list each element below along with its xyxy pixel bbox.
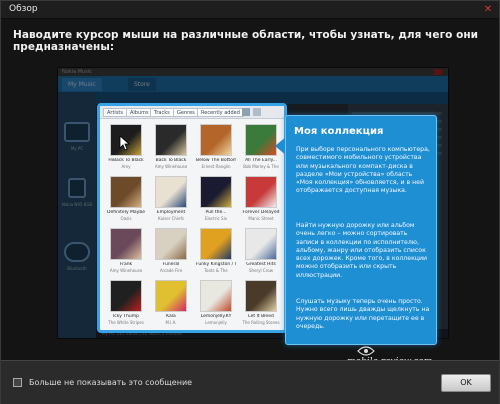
album-name: Greatest Hits [246, 262, 276, 267]
dialog-footer: Больше не показывать это сообщение OK [1, 360, 499, 404]
album-cover [200, 228, 232, 260]
album-cover [200, 124, 232, 156]
tab-recently-added[interactable]: Recently added [197, 108, 244, 117]
instruction-text: Наводите курсор мыши на различные област… [13, 29, 479, 53]
album-name: Definitely Maybe [107, 210, 145, 215]
album-cover [155, 124, 187, 156]
album-tile[interactable]: Below The Bottom Ernest Ranglin [196, 124, 236, 176]
album-cover [155, 280, 187, 312]
album-name: Pull the... [205, 210, 227, 215]
album-artist: Amy Winehouse [154, 164, 188, 169]
album-tile[interactable]: Employment Kaiser Chiefs [151, 176, 191, 228]
album-name: Employment [156, 210, 186, 215]
title-bar: Обзор ✕ [1, 1, 499, 19]
album-tile[interactable]: Let It Bleed The Rolling Stones [241, 280, 281, 330]
album-name: Icky Thump [112, 314, 140, 319]
album-name: Funeral [162, 262, 180, 267]
album-name: Below The Bottom [196, 158, 236, 163]
album-name: Lemonjelly.KY [200, 314, 232, 319]
album-cover [110, 280, 142, 312]
album-artist: Sheryl Crow [249, 268, 273, 273]
mouse-cursor-icon [119, 135, 131, 151]
album-cover [200, 280, 232, 312]
tab-artists[interactable]: Artists [103, 108, 127, 117]
album-cover [200, 176, 232, 208]
album-cover [110, 228, 142, 260]
album-cover [155, 228, 187, 260]
album-artist: Oasis [120, 216, 132, 221]
watermark-logo-icon [357, 346, 375, 356]
album-name: Funky Kingston / I... [196, 262, 236, 267]
album-tile[interactable]: Frank Amy Winehouse [106, 228, 146, 280]
album-cover [245, 124, 277, 156]
album-tile[interactable]: Pull the... Electric Six [196, 176, 236, 228]
album-cover [245, 228, 277, 260]
album-name: Back To Black [155, 158, 187, 163]
album-tile[interactable]: Definitely Maybe Oasis [106, 176, 146, 228]
list-view-icon[interactable] [253, 108, 261, 116]
album-tile[interactable]: Icky Thump The White Stripes [106, 280, 146, 330]
album-tile[interactable]: Greatest Hits Sheryl Crow [241, 228, 281, 280]
album-cover [245, 176, 277, 208]
info-paragraph: Найти нужную дорожку или альбом очень ле… [296, 222, 428, 279]
album-cover [155, 176, 187, 208]
dont-show-again-label[interactable]: Больше не показывать это сообщение [29, 378, 192, 387]
album-artist: Kaiser Chiefs [158, 216, 184, 221]
album-tile[interactable]: Kala M.I.A. [151, 280, 191, 330]
album-tile[interactable]: Back To Black Amy Winehouse [151, 124, 191, 176]
album-artist: Arcade Fire [159, 268, 183, 273]
album-artist: Electric Six [204, 216, 228, 221]
info-panel: Моя коллекция При выборе персонального к… [285, 115, 437, 345]
album-tile[interactable]: Forever Delayed Manic Street [241, 176, 281, 228]
album-name: All The Early... [245, 158, 277, 163]
album-tile[interactable]: Funky Kingston / I... Toots & The [196, 228, 236, 280]
album-artist: The White Stripes [108, 320, 144, 325]
album-name: Frank [119, 262, 133, 267]
tab-genres[interactable]: Genres [173, 108, 199, 117]
album-name: HiBack To Black [108, 158, 144, 163]
album-artist: Ernest Ranglin [201, 164, 231, 169]
dont-show-again-checkbox[interactable] [13, 378, 22, 387]
info-title: Моя коллекция [294, 126, 384, 137]
album-cover [245, 280, 277, 312]
album-name: Forever Delayed [242, 210, 280, 215]
collection-tabs: Artists Albums Tracks Genres Recently ad… [100, 106, 284, 119]
album-artist: Amy [121, 164, 131, 169]
album-name: Let It Bleed [248, 314, 274, 319]
album-artist: Manic Street [248, 216, 274, 221]
album-name: Kala [166, 314, 176, 319]
ok-button[interactable]: OK [441, 374, 491, 392]
album-artist: Toots & The [204, 268, 228, 273]
album-artist: The Rolling Stones [242, 320, 280, 325]
album-artist: Bob Marley & The [243, 164, 279, 169]
info-paragraph: Слушать музыку теперь очень просто. Нужн… [296, 298, 430, 330]
overview-dialog: Обзор ✕ Наводите курсор мыши на различны… [0, 0, 500, 404]
window-title: Обзор [9, 4, 38, 14]
album-cover [110, 176, 142, 208]
album-tile[interactable]: Lemonjelly.KY Lemonjelly [196, 280, 236, 330]
info-paragraph: При выборе персонального компьютера, сов… [296, 146, 430, 195]
album-artist: Amy Winehouse [109, 268, 143, 273]
tab-tracks[interactable]: Tracks [150, 108, 174, 117]
grid-view-icon[interactable] [242, 108, 250, 116]
close-icon[interactable]: ✕ [481, 4, 495, 15]
album-artist: M.I.A. [165, 320, 177, 325]
album-tile[interactable]: Funeral Arcade Fire [151, 228, 191, 280]
album-artist: Lemonjelly [205, 320, 227, 325]
tab-albums[interactable]: Albums [126, 108, 153, 117]
